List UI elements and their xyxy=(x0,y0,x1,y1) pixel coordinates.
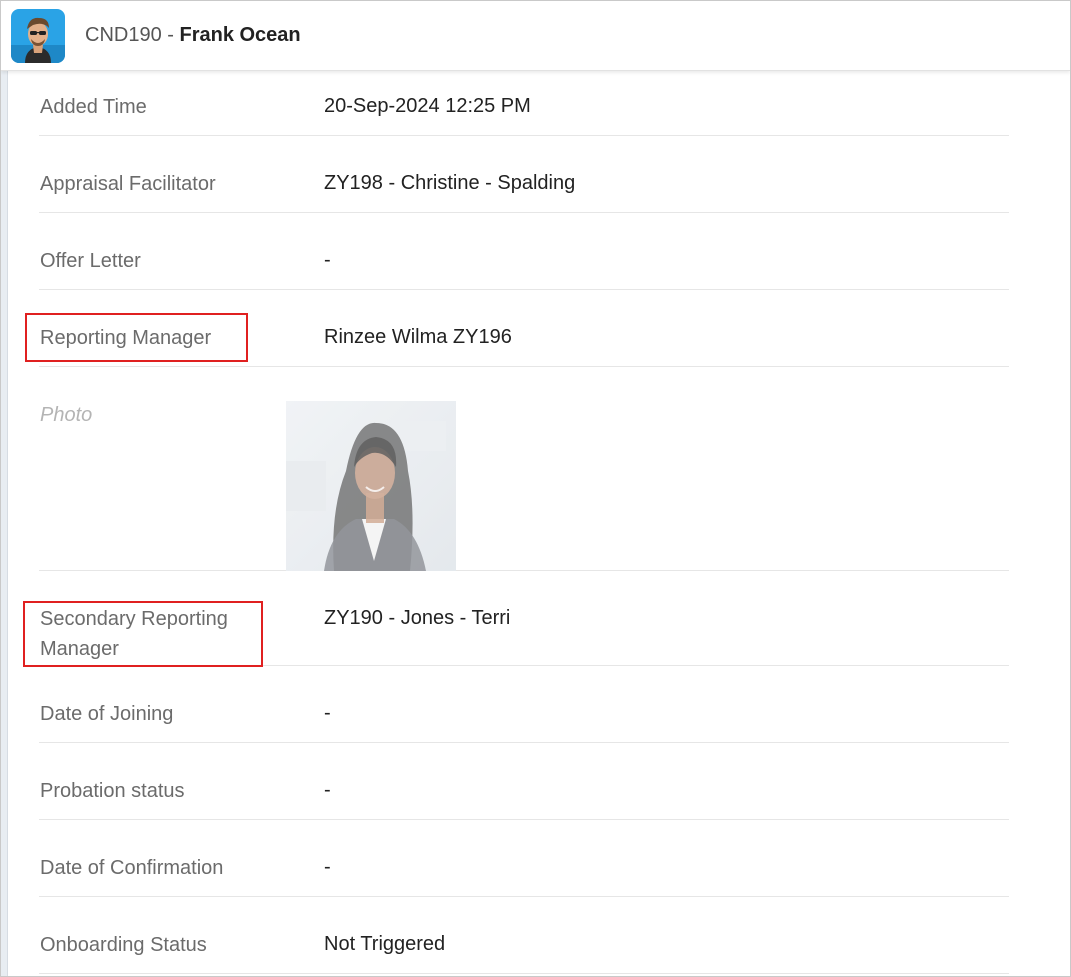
field-value: - xyxy=(324,249,331,271)
left-accent-bar xyxy=(1,71,8,976)
field-label: Probation status xyxy=(40,780,185,802)
field-value[interactable]: ZY190 - Jones - Terri xyxy=(324,603,510,633)
record-detail-panel: CND190 - Frank Ocean Added Time 20-Sep-2… xyxy=(0,0,1071,977)
avatar-icon[interactable] xyxy=(11,8,65,63)
field-row-photo: Photo xyxy=(39,366,1009,571)
field-label: Date of Confirmation xyxy=(40,857,224,879)
field-row-date-of-joining: Date of Joining - xyxy=(39,665,1009,743)
record-name: Frank Ocean xyxy=(179,24,301,46)
field-value: Not Triggered xyxy=(324,933,446,955)
field-label: Onboarding Status xyxy=(40,934,207,956)
field-value[interactable]: ZY198 - Christine - Spalding xyxy=(324,168,575,198)
field-row-date-of-confirmation: Date of Confirmation - xyxy=(39,819,1009,897)
field-value: 20-Sep-2024 12:25 PM xyxy=(324,95,531,117)
title-separator: - xyxy=(161,24,180,46)
field-row-added-time: Added Time 20-Sep-2024 12:25 PM xyxy=(39,71,1009,136)
field-row-onboarding-status: Onboarding Status Not Triggered xyxy=(39,896,1009,974)
field-row-offer-letter: Offer Letter - xyxy=(39,212,1009,290)
reporting-manager-highlight xyxy=(25,313,248,362)
field-label: Photo xyxy=(40,404,93,426)
record-title: CND190 - Frank Ocean xyxy=(85,24,301,47)
field-value[interactable]: Rinzee Wilma ZY196 xyxy=(324,322,512,352)
field-label: Date of Joining xyxy=(40,703,174,725)
field-label: Added Time xyxy=(40,96,147,118)
secondary-reporting-manager-highlight xyxy=(23,601,263,667)
field-label: Offer Letter xyxy=(40,250,141,272)
field-value: - xyxy=(324,779,331,801)
reporting-manager-photo xyxy=(286,401,456,571)
field-row-appraisal-facilitator: Appraisal Facilitator ZY198 - Christine … xyxy=(39,135,1009,213)
field-label: Appraisal Facilitator xyxy=(40,173,216,195)
record-id: CND190 xyxy=(85,24,162,46)
record-header: CND190 - Frank Ocean xyxy=(1,1,1070,71)
field-value: - xyxy=(324,702,331,724)
field-value: - xyxy=(324,856,331,878)
field-row-probation-status: Probation status - xyxy=(39,742,1009,820)
